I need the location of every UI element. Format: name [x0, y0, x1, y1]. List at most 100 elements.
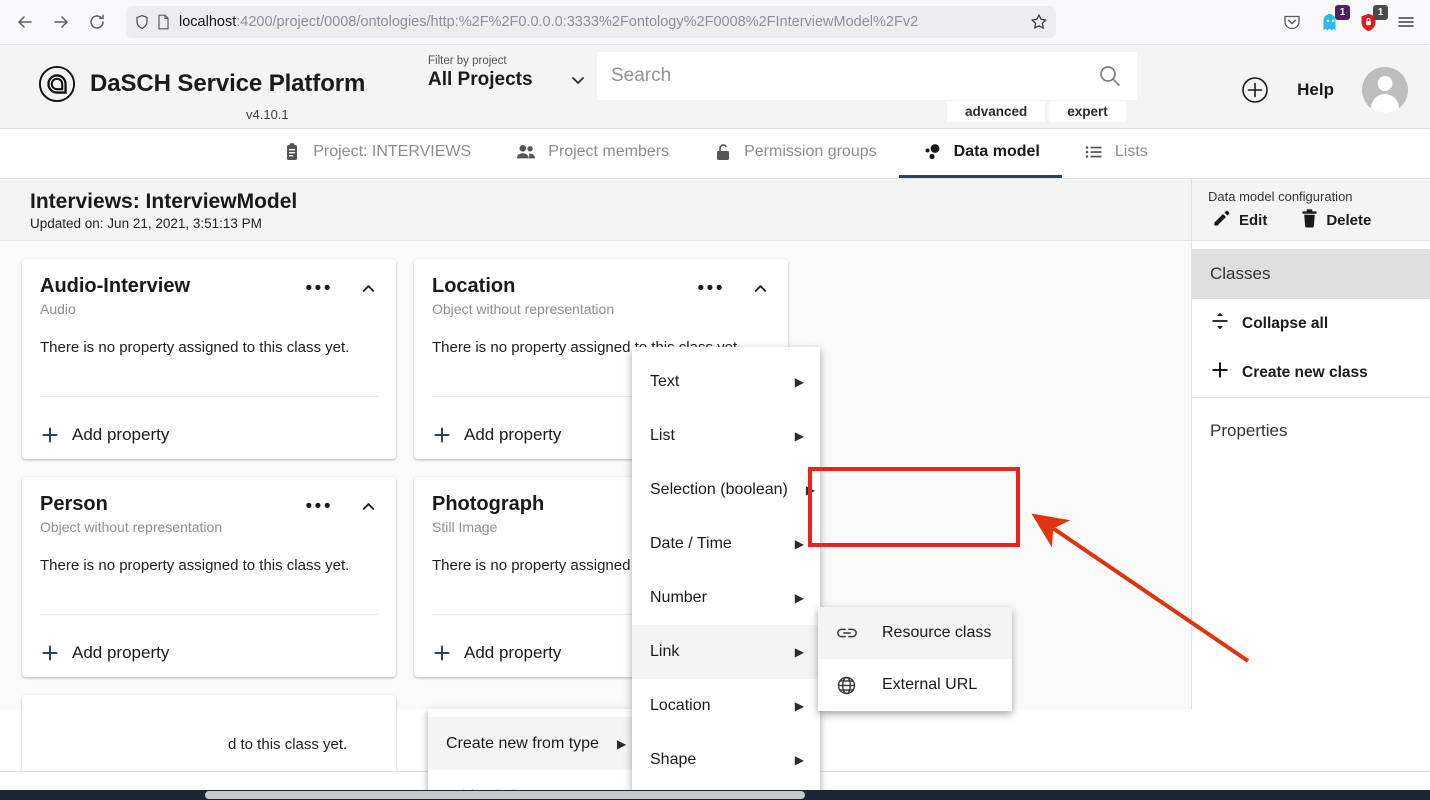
plus-icon [432, 643, 452, 663]
url-text: localhost:4200/project/0008/ontologies/h… [179, 14, 1024, 30]
class-type: Object without representation [40, 519, 306, 535]
forward-arrow-icon[interactable] [44, 5, 78, 39]
plus-circle-icon[interactable] [1241, 76, 1269, 104]
save-to-pocket-icon[interactable] [1280, 10, 1304, 34]
menu-item-list[interactable]: List ▶ [632, 409, 820, 463]
tab-data-model[interactable]: Data model [899, 129, 1062, 178]
class-more-options-icon[interactable]: ••• [698, 284, 725, 294]
class-name: Audio-Interview [40, 275, 306, 298]
menu-item-resource-class[interactable]: Resource class [818, 607, 1012, 659]
help-link[interactable]: Help [1297, 80, 1334, 100]
avatar[interactable] [1362, 67, 1408, 113]
horizontal-scrollbar[interactable] [0, 790, 1430, 800]
tab-permission-groups[interactable]: Permission groups [691, 129, 899, 178]
add-property-label: Add property [464, 643, 561, 663]
class-card-person[interactable]: Person Object without representation •••… [22, 477, 396, 677]
menu-item-label: Date / Time [650, 535, 777, 553]
privacy-shield-extension-icon[interactable]: 1 [1356, 10, 1380, 34]
sidebar-section-properties[interactable]: Properties [1192, 406, 1430, 456]
menu-item-shape[interactable]: Shape ▶ [632, 733, 820, 787]
submenu-arrow-icon: ▶ [614, 790, 623, 791]
tab-lists[interactable]: Lists [1062, 129, 1170, 178]
scrollbar-thumb[interactable] [205, 791, 805, 799]
add-property-label: Add property [72, 643, 169, 663]
tab-project-members[interactable]: Project members [493, 129, 691, 178]
add-property-button[interactable]: Add property [432, 425, 561, 445]
ghostery-extension-icon[interactable]: 1 [1318, 10, 1342, 34]
browser-nav-buttons [0, 5, 114, 39]
tracking-protection-shield-icon[interactable] [134, 14, 150, 30]
menu-item-label: Shape [650, 751, 777, 769]
back-arrow-icon[interactable] [8, 5, 42, 39]
main-tabbar: Project: INTERVIEWS Project members Perm… [0, 129, 1430, 179]
menu-item-label: Location [650, 697, 777, 715]
sidebar-section-classes[interactable]: Classes [1192, 249, 1430, 299]
menu-item-label: Number [650, 589, 777, 607]
unlock-icon [713, 142, 733, 162]
menu-item-text[interactable]: Text ▶ [632, 355, 820, 409]
class-empty-text: There is no property assigned to this cl… [40, 339, 378, 356]
menu-item-external-url[interactable]: External URL [818, 659, 1012, 711]
class-more-options-icon[interactable]: ••• [306, 502, 333, 512]
class-card-audio-interview[interactable]: Audio-Interview Audio ••• There is no pr… [22, 259, 396, 459]
browser-chrome: localhost:4200/project/0008/ontologies/h… [0, 0, 1430, 45]
advanced-search-button[interactable]: advanced [947, 101, 1045, 122]
submenu-arrow-icon: ▶ [795, 537, 804, 551]
menu-item-link[interactable]: Link ▶ [632, 625, 820, 679]
tab-label: Permission groups [744, 143, 877, 161]
hamburger-menu-icon[interactable] [1394, 10, 1418, 34]
delete-button[interactable]: Delete [1301, 209, 1371, 232]
collapse-all-icon [1210, 311, 1230, 336]
address-bar[interactable]: localhost:4200/project/0008/ontologies/h… [126, 6, 1056, 38]
project-filter-label: Filter by project [428, 55, 588, 67]
menu-item-label: Link [650, 643, 777, 661]
page-info-icon[interactable] [156, 14, 171, 30]
plus-icon [432, 425, 452, 445]
search-input[interactable] [611, 65, 1097, 87]
tab-label: Project members [548, 143, 669, 161]
menu-item-label: List [650, 427, 777, 445]
add-property-button[interactable]: Add property [432, 643, 561, 663]
menu-item-label: Resource class [882, 624, 996, 642]
model-updated-text: Updated on: Jun 21, 2021, 3:51:13 PM [30, 216, 1191, 231]
add-property-button[interactable]: Add property [40, 425, 169, 445]
project-filter-select[interactable]: Filter by project All Projects [428, 55, 588, 91]
class-more-options-icon[interactable]: ••• [306, 284, 333, 294]
create-new-class-button[interactable]: Create new class [1192, 348, 1430, 397]
chevron-up-icon[interactable] [359, 497, 378, 516]
menu-item-label: Selection (boolean) [650, 481, 788, 499]
edit-button[interactable]: Edit [1212, 209, 1267, 232]
submenu-arrow-icon: ▶ [795, 645, 804, 659]
link-chain-icon [836, 625, 862, 641]
classes-column: Interviews: InterviewModel Updated on: J… [0, 179, 1192, 709]
expert-search-button[interactable]: expert [1049, 101, 1126, 122]
chevron-up-icon[interactable] [751, 279, 770, 298]
menu-item-number[interactable]: Number ▶ [632, 571, 820, 625]
search-box[interactable] [597, 52, 1137, 100]
data-model-sidebar: Data model configuration Edit Delete [1192, 179, 1430, 709]
menu-item-add-existing-property[interactable]: Add existing property ▶ [428, 770, 632, 790]
tab-project-interviews[interactable]: Project: INTERVIEWS [260, 129, 493, 178]
brand[interactable]: DaSCH Service Platform [0, 45, 365, 103]
menu-item-label: Create new from type [446, 735, 599, 753]
chevron-up-icon[interactable] [359, 279, 378, 298]
divider [40, 614, 378, 615]
tab-label: Data model [954, 143, 1040, 161]
submenu-arrow-icon: ▶ [795, 429, 804, 443]
menu-item-label: External URL [882, 676, 996, 694]
chevron-down-icon[interactable] [568, 70, 588, 90]
search-icon[interactable] [1097, 63, 1123, 89]
menu-item-location[interactable]: Location ▶ [632, 679, 820, 733]
add-property-context-menu: Create new from type ▶ Add existing prop… [428, 709, 632, 790]
menu-item-date-time[interactable]: Date / Time ▶ [632, 517, 820, 571]
class-name: Location [432, 275, 698, 298]
bookmark-star-icon[interactable] [1030, 13, 1048, 31]
menu-item-selection-boolean[interactable]: Selection (boolean) ▶ [632, 463, 820, 517]
submenu-arrow-icon: ▶ [795, 375, 804, 389]
divider [1192, 397, 1430, 398]
menu-item-create-new-from-type[interactable]: Create new from type ▶ [428, 717, 632, 770]
browser-toolbar-right: 1 1 [1280, 10, 1430, 34]
reload-icon[interactable] [80, 5, 114, 39]
collapse-all-button[interactable]: Collapse all [1192, 299, 1430, 348]
add-property-button[interactable]: Add property [40, 643, 169, 663]
